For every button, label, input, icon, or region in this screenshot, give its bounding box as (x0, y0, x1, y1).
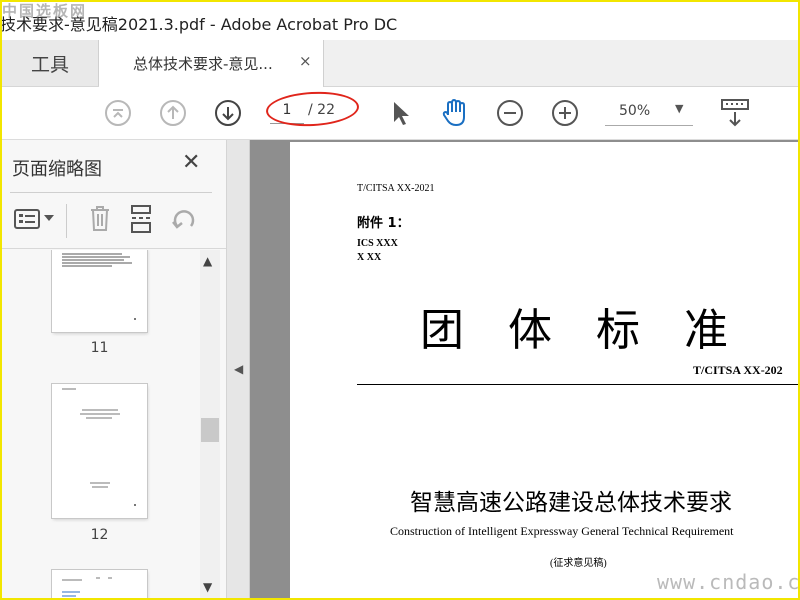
document-viewer[interactable]: T/CITSA XX-2021 附件 1： ICS XXX X XX 团体标准 … (250, 140, 798, 598)
tab-document[interactable]: 总体技术要求-意见... × (99, 40, 324, 87)
scrollbar-thumb[interactable] (201, 418, 219, 442)
next-page-icon[interactable] (214, 99, 242, 127)
document-title-cn: 智慧高速公路建设总体技术要求 (410, 490, 732, 516)
scroll-down-icon[interactable]: ▼ (203, 580, 212, 594)
thumbnail-options-icon[interactable] (14, 208, 40, 230)
dropdown-arrow-icon[interactable] (44, 215, 54, 223)
red-annotation-ellipse (265, 89, 360, 129)
horizontal-rule (357, 384, 798, 385)
thumbnail-label: 12 (90, 527, 109, 543)
panel-close-icon[interactable]: ✕ (182, 150, 200, 175)
thumbnail-content (62, 253, 136, 320)
standard-code: T/CITSA XX-2021 (357, 183, 435, 194)
thumbnail-label: 11 (90, 340, 109, 356)
attachment-label: 附件 1： (357, 216, 410, 231)
ics-code: ICS XXX (357, 238, 398, 249)
scroll-up-icon[interactable]: ▲ (203, 254, 212, 268)
thumbnail-page[interactable] (52, 250, 147, 332)
tab-tools[interactable]: 工具 (2, 40, 99, 86)
previous-page-icon[interactable] (159, 99, 187, 127)
pdf-page: T/CITSA XX-2021 附件 1： ICS XXX X XX 团体标准 … (290, 142, 798, 598)
title-bar: 技术要求-意见稿2021.3.pdf - Adobe Acrobat Pro D… (2, 2, 798, 40)
keyboard-scroll-icon[interactable] (720, 97, 750, 129)
draft-note: (征求意见稿) (550, 558, 607, 569)
divider (2, 248, 226, 249)
watermark-bottom: www.cndao.com (657, 570, 800, 594)
watermark-top: 中国选板网 (2, 2, 88, 20)
extract-page-icon[interactable] (128, 204, 154, 234)
zoom-select[interactable]: 50% ▼ (605, 97, 693, 126)
page-thumbnails-panel: 页面缩略图 ✕ 11 12 ▲ ▼ (2, 140, 227, 598)
delete-icon[interactable] (88, 204, 112, 232)
standard-number: T/CITSA XX-202 (693, 363, 783, 377)
thumbnail-page[interactable] (52, 384, 147, 518)
tab-document-label: 总体技术要求-意见... (133, 55, 273, 73)
tab-close-icon[interactable]: × (299, 52, 312, 70)
first-page-icon[interactable] (104, 99, 132, 127)
classification-code: X XX (357, 252, 382, 263)
thumbnail-scrollbar[interactable]: ▲ ▼ (200, 250, 220, 598)
chevron-down-icon: ▼ (675, 102, 684, 115)
acrobat-window: 技术要求-意见稿2021.3.pdf - Adobe Acrobat Pro D… (0, 0, 800, 600)
panel-toolbar (2, 198, 226, 244)
panel-title: 页面缩略图 (12, 159, 102, 180)
thumbnail-content (62, 388, 136, 506)
thumbnail-list: 11 12 (2, 250, 198, 598)
zoom-value: 50% (619, 103, 651, 119)
select-arrow-icon[interactable] (390, 99, 412, 127)
zoom-in-icon[interactable] (551, 99, 579, 127)
rotate-icon[interactable] (170, 206, 198, 234)
collapse-arrow-icon[interactable]: ◀ (234, 362, 243, 376)
thumbnail-content (62, 577, 112, 597)
panel-collapse-strip[interactable]: ◀ (227, 140, 250, 598)
divider (10, 192, 212, 193)
hand-icon[interactable] (440, 97, 470, 129)
document-title-en: Construction of Intelligent Expressway G… (390, 524, 734, 538)
toolbar: 1 / 22 50% ▼ (2, 87, 798, 140)
zoom-out-icon[interactable] (496, 99, 524, 127)
thumbnail-page[interactable] (52, 570, 147, 598)
tab-bar: 工具 总体技术要求-意见... × (2, 40, 798, 87)
divider (66, 204, 67, 238)
document-heading: 团体标准 (420, 305, 772, 356)
